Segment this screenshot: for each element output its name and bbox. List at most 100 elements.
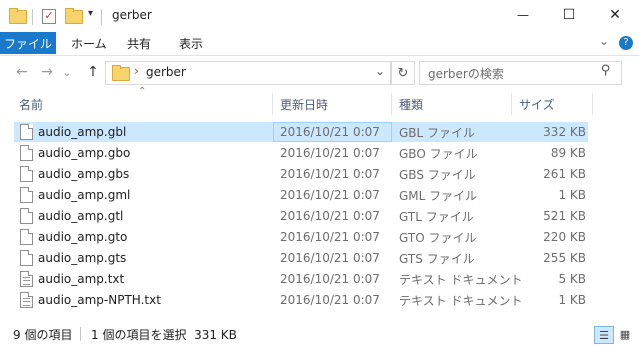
address-dropdown-icon[interactable]: ⌄ bbox=[375, 64, 385, 78]
window-title: gerber bbox=[112, 8, 152, 22]
forward-button[interactable]: → bbox=[38, 63, 56, 81]
file-date: 2016/10/21 0:07 bbox=[280, 251, 380, 265]
file-name: audio_amp-NPTH.txt bbox=[38, 293, 161, 307]
file-size: 261 KB bbox=[543, 167, 586, 181]
refresh-button[interactable]: ↻ bbox=[391, 61, 415, 85]
recent-locations-button[interactable]: ⌄ bbox=[60, 63, 74, 81]
file-name: audio_amp.txt bbox=[38, 272, 125, 286]
file-icon bbox=[20, 145, 33, 161]
file-name: audio_amp.gbs bbox=[38, 167, 130, 181]
text-file-icon bbox=[20, 271, 33, 287]
file-name: audio_amp.gbo bbox=[38, 146, 131, 160]
file-date: 2016/10/21 0:07 bbox=[280, 146, 380, 160]
search-icon: ⚲ bbox=[601, 63, 611, 78]
file-size: 5 KB bbox=[558, 272, 586, 286]
column-header-date[interactable]: 更新日時 bbox=[280, 93, 328, 115]
help-icon[interactable]: ? bbox=[619, 36, 633, 50]
folder-icon bbox=[9, 8, 27, 24]
file-icon bbox=[20, 166, 33, 182]
file-row[interactable]: audio_amp.gtl 2016/10/21 0:07 GTL ファイル 521 … bbox=[14, 206, 588, 226]
close-icon: ✕ bbox=[609, 7, 621, 23]
folder-icon bbox=[112, 65, 130, 81]
file-name: audio_amp.gml bbox=[38, 188, 131, 202]
column-divider[interactable] bbox=[511, 93, 512, 115]
file-type: GTL ファイル bbox=[399, 209, 474, 224]
quick-access-dropdown-icon[interactable]: ▾ bbox=[88, 8, 93, 19]
minimize-button[interactable]: — bbox=[500, 0, 546, 30]
file-type: テキスト ドキュメント bbox=[399, 293, 523, 308]
file-icon bbox=[20, 208, 33, 224]
focused-cell-outline bbox=[273, 122, 392, 142]
file-size: 220 KB bbox=[543, 230, 586, 244]
file-size: 332 KB bbox=[543, 125, 586, 139]
status-item-count: 9 個の項目 bbox=[13, 328, 73, 342]
up-arrow-icon: ↑ bbox=[87, 64, 99, 80]
file-name: audio_amp.gtl bbox=[38, 209, 124, 223]
file-icon bbox=[20, 187, 33, 203]
file-row[interactable]: audio_amp.gbl 2016/10/21 0:07 GBL ファイル 332 … bbox=[14, 122, 588, 142]
large-icons-view-button[interactable]: ▦ bbox=[616, 326, 634, 342]
maximize-button[interactable]: ☐ bbox=[546, 0, 592, 30]
column-divider[interactable] bbox=[272, 93, 273, 115]
text-file-icon bbox=[20, 292, 33, 308]
file-row[interactable]: audio_amp.gbo 2016/10/21 0:07 GBO ファイル 89 K… bbox=[14, 143, 588, 163]
tab-file[interactable]: ファイル bbox=[0, 32, 56, 54]
file-type: GML ファイル bbox=[399, 188, 478, 203]
ribbon-expand-icon[interactable]: ⌄ bbox=[599, 34, 609, 48]
file-name: audio_amp.gbl bbox=[38, 125, 127, 139]
file-row[interactable]: audio_amp.gts 2016/10/21 0:07 GTS ファイル 255 … bbox=[14, 248, 588, 268]
file-row[interactable]: audio_amp.gml 2016/10/21 0:07 GML ファイル 1 KB bbox=[14, 185, 588, 205]
minimize-icon: — bbox=[517, 8, 529, 22]
file-name: audio_amp.gto bbox=[38, 230, 128, 244]
tiles-view-icon: ▦ bbox=[619, 327, 631, 341]
status-selection: 1 個の項目を選択 331 KB bbox=[91, 328, 237, 342]
file-icon bbox=[20, 250, 33, 266]
refresh-icon: ↻ bbox=[397, 65, 409, 81]
file-type: GBL ファイル bbox=[399, 125, 476, 140]
breadcrumb-segment[interactable]: gerber bbox=[146, 65, 186, 79]
file-type: テキスト ドキュメント bbox=[399, 272, 523, 287]
tab-home[interactable]: ホーム bbox=[71, 32, 107, 54]
file-icon bbox=[20, 124, 33, 140]
details-view-icon: ☰ bbox=[599, 328, 609, 342]
file-type: GBO ファイル bbox=[399, 146, 478, 161]
column-divider[interactable] bbox=[592, 93, 593, 115]
file-type: GTS ファイル bbox=[399, 251, 475, 266]
back-arrow-icon: ← bbox=[16, 64, 28, 80]
search-placeholder: gerberの検索 bbox=[428, 67, 504, 81]
file-row[interactable]: audio_amp.gto 2016/10/21 0:07 GTO ファイル 220 … bbox=[14, 227, 588, 247]
file-size: 89 KB bbox=[550, 146, 586, 160]
chevron-down-icon: ⌄ bbox=[62, 65, 72, 79]
new-folder-icon[interactable] bbox=[65, 8, 83, 24]
properties-icon[interactable]: ✓ bbox=[42, 9, 56, 24]
file-icon bbox=[20, 229, 33, 245]
up-button[interactable]: ↑ bbox=[84, 63, 102, 81]
file-size: 1 KB bbox=[558, 188, 586, 202]
column-divider[interactable] bbox=[391, 93, 392, 115]
file-row[interactable]: audio_amp.gbs 2016/10/21 0:07 GBS ファイル 261 … bbox=[14, 164, 588, 184]
file-row[interactable]: audio_amp-NPTH.txt 2016/10/21 0:07 テキスト ドキ… bbox=[14, 290, 588, 310]
file-date: 2016/10/21 0:07 bbox=[280, 167, 380, 181]
file-name: audio_amp.gts bbox=[38, 251, 127, 265]
file-date: 2016/10/21 0:07 bbox=[280, 230, 380, 244]
tab-view[interactable]: 表示 bbox=[179, 32, 203, 54]
tab-share[interactable]: 共有 bbox=[127, 32, 151, 54]
back-button[interactable]: ← bbox=[13, 63, 31, 81]
separator bbox=[80, 327, 81, 341]
file-type: GTO ファイル bbox=[399, 230, 477, 245]
separator bbox=[32, 9, 33, 25]
file-row[interactable]: audio_amp.txt 2016/10/21 0:07 テキスト ドキュメント 5… bbox=[14, 269, 588, 289]
breadcrumb-chevron-icon: › bbox=[134, 64, 139, 78]
column-header-type[interactable]: 種類 bbox=[399, 93, 423, 115]
file-date: 2016/10/21 0:07 bbox=[280, 209, 380, 223]
column-header-size[interactable]: サイズ bbox=[519, 93, 555, 115]
file-size: 255 KB bbox=[543, 251, 586, 265]
file-date: 2016/10/21 0:07 bbox=[280, 272, 380, 286]
file-size: 521 KB bbox=[543, 209, 586, 223]
sort-ascending-icon: ⌃ bbox=[138, 86, 147, 97]
column-header-name[interactable]: 名前 bbox=[19, 93, 43, 115]
details-view-button[interactable]: ☰ bbox=[594, 326, 614, 344]
close-button[interactable]: ✕ bbox=[592, 0, 638, 30]
separator bbox=[101, 9, 102, 25]
file-size: 1 KB bbox=[558, 293, 586, 307]
